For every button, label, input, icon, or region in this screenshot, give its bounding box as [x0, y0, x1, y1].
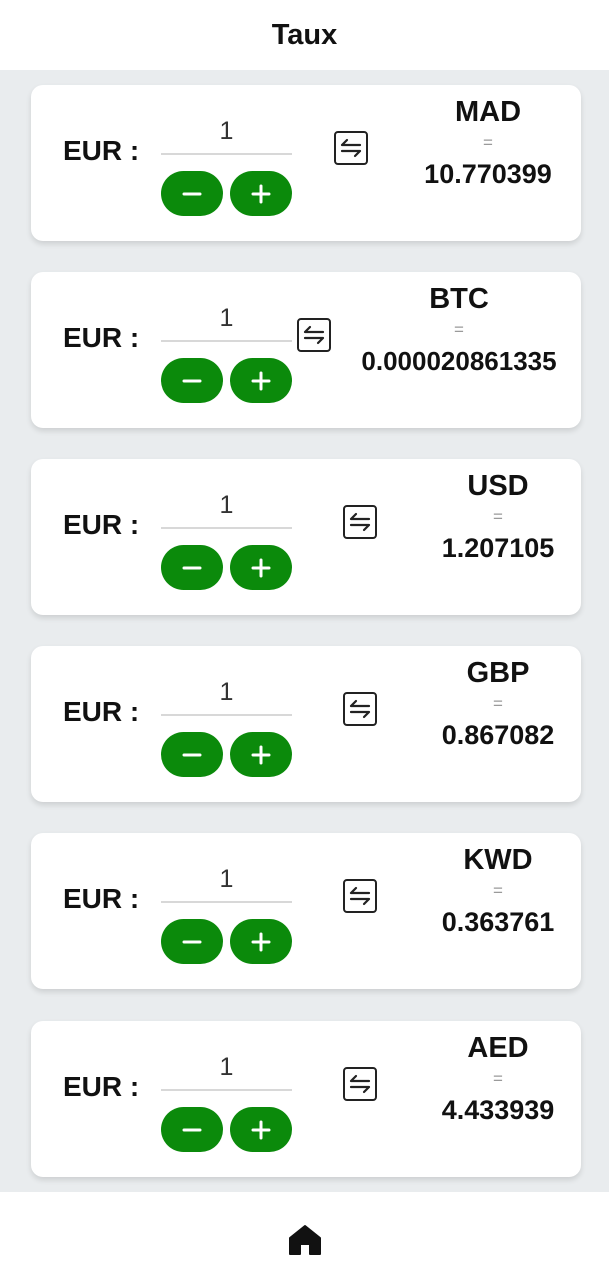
swap-arrows-icon	[349, 1074, 371, 1094]
rate-card-usd: EUR : USD = 1.207105	[31, 459, 581, 615]
increment-button[interactable]	[230, 358, 292, 403]
minus-icon	[182, 192, 202, 195]
base-currency-label: EUR :	[63, 883, 140, 914]
minus-icon	[182, 379, 202, 382]
bottom-navigation	[0, 1192, 609, 1280]
equals-sign: =	[493, 881, 503, 900]
swap-arrows-icon	[349, 512, 371, 532]
increment-button[interactable]	[230, 171, 292, 216]
converted-value: 0.000020861335	[361, 346, 557, 376]
swap-currency-button[interactable]	[343, 505, 377, 539]
decrement-button[interactable]	[161, 732, 223, 777]
target-currency-code: KWD	[463, 844, 533, 876]
decrement-button[interactable]	[161, 1107, 223, 1152]
minus-icon	[182, 566, 202, 569]
home-icon	[288, 1225, 321, 1255]
decrement-button[interactable]	[161, 358, 223, 403]
converted-value: 4.433939	[441, 1095, 555, 1125]
swap-currency-button[interactable]	[343, 692, 377, 726]
minus-icon	[182, 753, 202, 756]
rates-list[interactable]: EUR : MAD = 10.770399 EUR : BTC	[0, 70, 609, 1192]
increment-button[interactable]	[230, 919, 292, 964]
swap-currency-button[interactable]	[297, 318, 331, 352]
amount-input[interactable]	[161, 483, 292, 529]
target-currency-code: BTC	[429, 283, 489, 315]
home-nav-button[interactable]	[285, 1220, 325, 1260]
converted-value: 1.207105	[441, 533, 555, 563]
plus-icon	[251, 184, 271, 203]
base-currency-label: EUR :	[63, 135, 140, 166]
amount-input[interactable]	[161, 857, 292, 903]
equals-sign: =	[493, 694, 503, 713]
equals-sign: =	[483, 133, 493, 152]
minus-icon	[182, 940, 202, 943]
swap-currency-button[interactable]	[343, 1067, 377, 1101]
rate-card-gbp: EUR : GBP = 0.867082	[31, 646, 581, 802]
plus-icon	[251, 932, 271, 951]
page-title: Taux	[271, 18, 338, 51]
amount-input[interactable]	[161, 296, 292, 342]
base-currency-label: EUR :	[63, 509, 140, 540]
plus-icon	[251, 371, 271, 390]
base-currency-label: EUR :	[63, 1071, 140, 1102]
swap-arrows-icon	[340, 138, 362, 158]
converted-value: 10.770399	[424, 159, 552, 189]
increment-button[interactable]	[230, 1107, 292, 1152]
target-currency: BTC = 0.000020861335	[337, 282, 581, 378]
plus-icon	[251, 1120, 271, 1139]
target-currency: AED = 4.433939	[398, 1031, 598, 1127]
converted-value: 0.363761	[441, 907, 555, 937]
base-currency-label: EUR :	[63, 696, 140, 727]
amount-input[interactable]	[161, 670, 292, 716]
decrement-button[interactable]	[161, 545, 223, 590]
target-currency-code: GBP	[466, 657, 530, 689]
swap-arrows-icon	[303, 325, 325, 345]
converted-value: 0.867082	[441, 720, 555, 750]
rate-card-btc: EUR : BTC = 0.000020861335	[31, 272, 581, 428]
equals-sign: =	[454, 320, 464, 339]
target-currency-code: AED	[467, 1032, 529, 1064]
target-currency-code: MAD	[454, 96, 522, 128]
minus-icon	[182, 1128, 202, 1131]
equals-sign: =	[493, 1069, 503, 1088]
plus-icon	[251, 745, 271, 764]
swap-currency-button[interactable]	[334, 131, 368, 165]
app-header: Taux	[0, 0, 609, 70]
equals-sign: =	[493, 507, 503, 526]
rate-card-aed: EUR : AED = 4.433939	[31, 1021, 581, 1177]
decrement-button[interactable]	[161, 171, 223, 216]
target-currency: USD = 1.207105	[398, 469, 598, 565]
target-currency-code: USD	[467, 470, 529, 502]
rate-card-mad: EUR : MAD = 10.770399	[31, 85, 581, 241]
amount-input[interactable]	[161, 109, 292, 155]
plus-icon	[251, 558, 271, 577]
decrement-button[interactable]	[161, 919, 223, 964]
rate-card-kwd: EUR : KWD = 0.363761	[31, 833, 581, 989]
increment-button[interactable]	[230, 545, 292, 590]
target-currency: MAD = 10.770399	[388, 95, 588, 191]
increment-button[interactable]	[230, 732, 292, 777]
base-currency-label: EUR :	[63, 322, 140, 353]
target-currency: KWD = 0.363761	[398, 843, 598, 939]
target-currency: GBP = 0.867082	[398, 656, 598, 752]
swap-arrows-icon	[349, 886, 371, 906]
swap-currency-button[interactable]	[343, 879, 377, 913]
swap-arrows-icon	[349, 699, 371, 719]
amount-input[interactable]	[161, 1045, 292, 1091]
